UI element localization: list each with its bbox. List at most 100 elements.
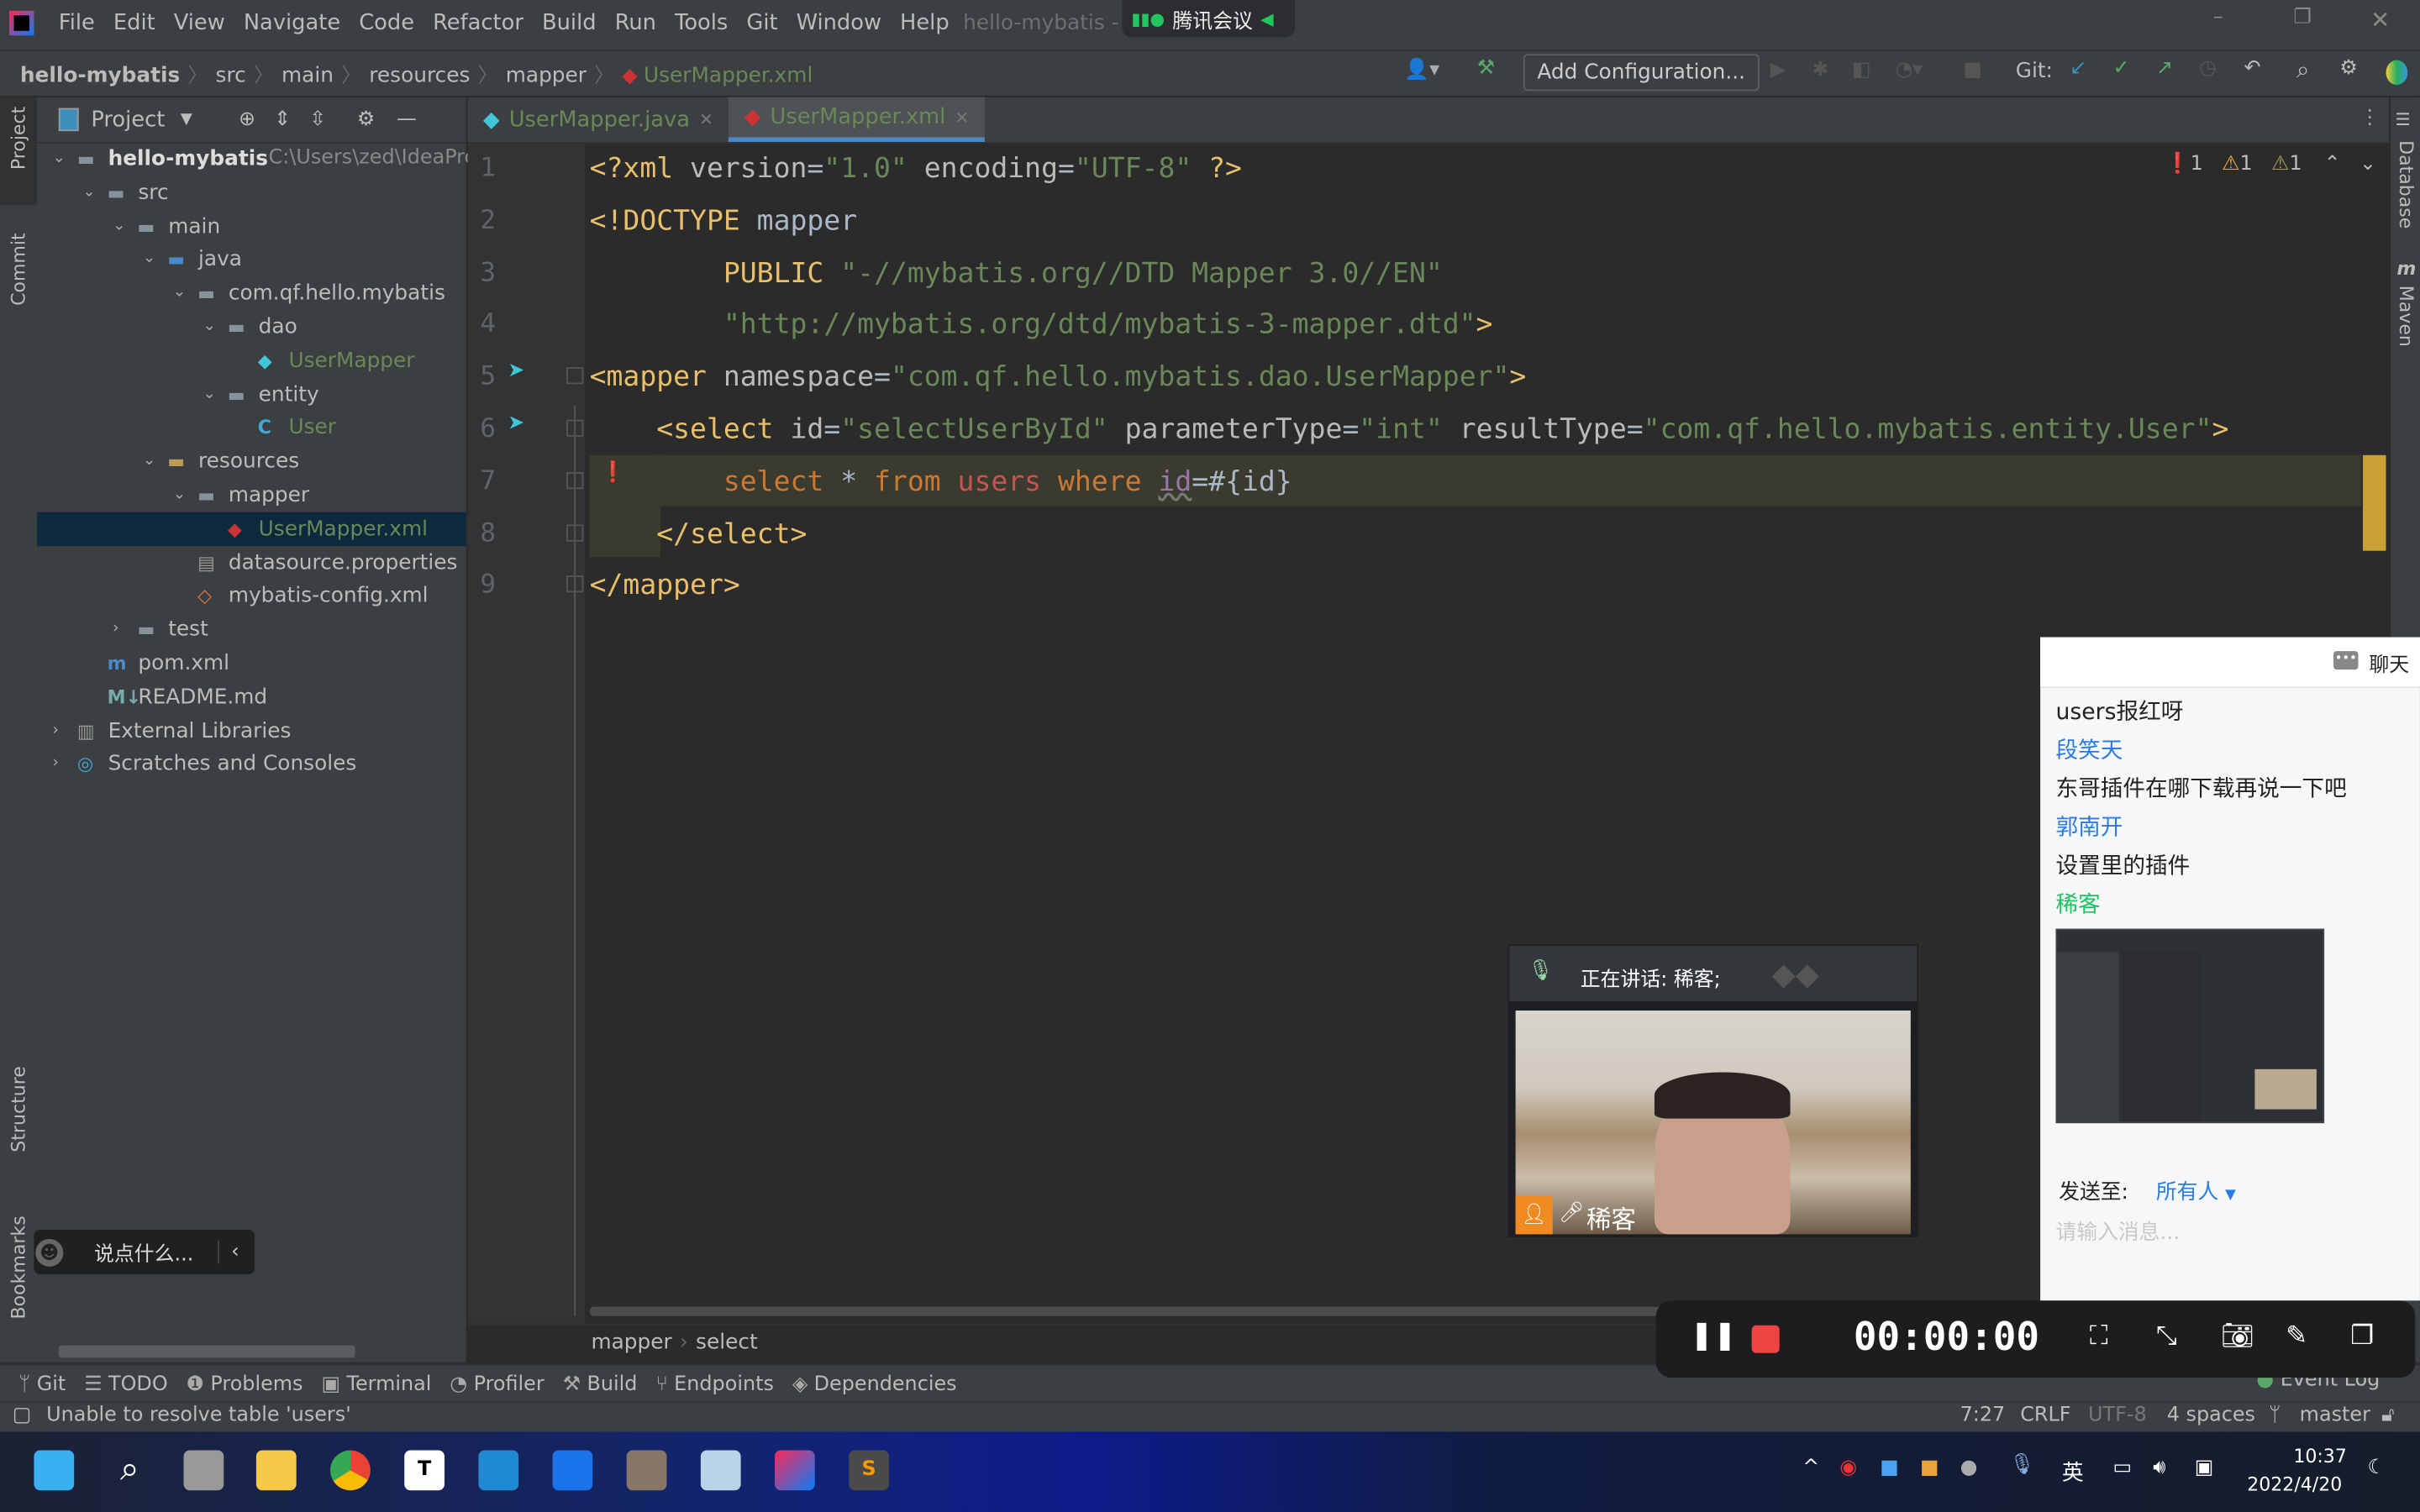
start-icon[interactable] xyxy=(34,1450,75,1491)
prev-highlight-icon[interactable]: ⌃ xyxy=(2324,153,2341,176)
lock-icon[interactable]: 🔓︎ xyxy=(2381,1404,2394,1427)
tree-item[interactable]: ⌄ ▬ mapper xyxy=(37,478,466,512)
code-line[interactable]: select * from users where id=#{id} xyxy=(590,456,1292,507)
tray-app-icon[interactable]: ■ xyxy=(1920,1457,1939,1480)
status-message[interactable]: Unable to resolve table 'users' xyxy=(46,1404,351,1427)
stop-icon[interactable]: ■ xyxy=(1963,59,1982,82)
monitor-icon[interactable] xyxy=(700,1450,741,1491)
plugin-logo-icon[interactable] xyxy=(2386,60,2408,86)
menu-navigate[interactable]: Navigate xyxy=(244,11,340,35)
expand-all-icon[interactable]: ⇕ xyxy=(274,108,291,132)
clock-time[interactable]: 10:37 xyxy=(2293,1446,2347,1467)
tree-item[interactable]: › ▬ test xyxy=(37,613,466,647)
menu-run[interactable]: Run xyxy=(615,11,656,35)
camera-icon[interactable]: 📷︎ xyxy=(2221,1320,2254,1352)
tool-window-endpoints[interactable]: ⑂ Endpoints xyxy=(655,1373,773,1396)
maven-stripe-button[interactable]: Maven xyxy=(2396,286,2417,347)
user-icon[interactable]: 👤▾ xyxy=(1404,59,1439,82)
pen-icon[interactable]: ✎ xyxy=(2286,1320,2307,1352)
chevron-down-icon[interactable]: ⌄ xyxy=(113,209,125,243)
horizontal-scrollbar[interactable] xyxy=(58,1345,355,1358)
close-tab-icon[interactable]: ✕ xyxy=(955,108,969,128)
mybatis-gutter-icon[interactable]: ➤ xyxy=(508,360,524,383)
tree-item[interactable]: C User xyxy=(37,411,466,444)
search-icon[interactable]: ⌕ xyxy=(2296,55,2309,83)
next-highlight-icon[interactable]: ⌄ xyxy=(2360,153,2376,176)
git-push-icon[interactable]: ↗ xyxy=(2156,57,2173,81)
intellij-icon[interactable] xyxy=(775,1450,815,1491)
mybatis-gutter-icon[interactable]: ➤ xyxy=(508,412,524,435)
file-encoding[interactable]: UTF-8 xyxy=(2088,1404,2147,1427)
meeting-icon[interactable] xyxy=(552,1450,593,1491)
collapse-all-icon[interactable]: ⇳ xyxy=(309,108,326,132)
file-explorer-icon[interactable] xyxy=(255,1450,297,1491)
tree-item[interactable]: ◆ UserMapper xyxy=(37,344,466,377)
chat-shared-image[interactable] xyxy=(2055,928,2325,1124)
code-line[interactable]: PUBLIC "-//mybatis.org//DTD Mapper 3.0//… xyxy=(590,248,1443,299)
chevron-down-icon[interactable]: ⌄ xyxy=(143,444,155,478)
status-window-icon[interactable]: ▢ xyxy=(13,1404,32,1427)
code-line[interactable]: </mapper> xyxy=(590,560,740,612)
code-line[interactable]: </select> xyxy=(590,508,807,559)
database-stripe-button[interactable]: Database xyxy=(2396,140,2417,228)
tool-window-problems[interactable]: ❶ Problems xyxy=(187,1373,303,1396)
git-update-icon[interactable]: ↙ xyxy=(2070,57,2086,81)
breadcrumb-item[interactable]: hello-mybatis xyxy=(20,63,180,87)
volume-icon[interactable]: 🔊︎ xyxy=(2153,1457,2165,1480)
settings-gear-icon[interactable]: ⚙ xyxy=(2339,57,2357,81)
send-to-selector[interactable]: 所有人 ▼ xyxy=(2156,1174,2236,1205)
menu-window[interactable]: Window xyxy=(797,11,881,35)
horizontal-scrollbar[interactable] xyxy=(589,1306,1670,1316)
tool-window-profiler[interactable]: ◔ Profiler xyxy=(450,1373,544,1396)
fullscreen-exit-icon[interactable]: ⤡ xyxy=(2156,1320,2177,1352)
tool-window-git[interactable]: ᛘ Git xyxy=(18,1373,66,1396)
rollback-icon[interactable]: ↶ xyxy=(2244,57,2261,81)
chevron-down-icon[interactable]: ⌄ xyxy=(143,243,155,276)
bookmarks-stripe-button[interactable]: Bookmarks xyxy=(8,1215,29,1319)
breadcrumb-item[interactable]: mapper xyxy=(506,63,587,87)
breadcrumb-item[interactable]: UserMapper.xml xyxy=(644,63,813,87)
chevron-down-icon[interactable]: ⌄ xyxy=(203,377,216,411)
tree-item[interactable]: ◇ mybatis-config.xml xyxy=(37,579,466,612)
tree-item[interactable]: ⌄ ▬ hello-mybatis C:\Users\zed\IdeaProjec xyxy=(37,142,505,176)
close-button[interactable]: ✕ xyxy=(2370,6,2390,34)
task-view-icon[interactable] xyxy=(183,1450,224,1491)
breadcrumb-item[interactable]: main xyxy=(281,63,334,87)
code-line[interactable]: <select id="selectUserById" parameterTyp… xyxy=(590,404,2228,455)
editor-breadcrumb-item[interactable]: mapper xyxy=(591,1330,671,1354)
tray-app-icon[interactable]: ● xyxy=(1960,1457,1978,1480)
more-tabs-icon[interactable]: ⋮ xyxy=(2360,107,2380,130)
fold-marker-icon[interactable] xyxy=(566,367,584,385)
add-configuration-button[interactable]: Add Configuration... xyxy=(1523,54,1760,92)
tool-window-terminal[interactable]: ▣ Terminal xyxy=(322,1373,432,1396)
tree-item[interactable]: ⌄ ▬ main xyxy=(37,209,466,243)
chevron-down-icon[interactable]: ▼ xyxy=(181,111,192,128)
debug-icon[interactable]: ✱ xyxy=(1812,59,1828,82)
chevron-down-icon[interactable]: ⌄ xyxy=(82,176,95,209)
tool-window-build[interactable]: ⚒ Build xyxy=(563,1373,638,1396)
menu-code[interactable]: Code xyxy=(359,11,414,35)
run-icon[interactable]: ▶ xyxy=(1770,59,1786,82)
editor-tab[interactable]: ◆ UserMapper.xml ✕ xyxy=(729,97,985,142)
search-icon[interactable]: ⌕ xyxy=(109,1450,150,1490)
close-tab-icon[interactable]: ✕ xyxy=(699,109,713,129)
menu-git[interactable]: Git xyxy=(746,11,777,35)
tree-item[interactable]: M↓ README.md xyxy=(37,680,466,714)
code-line[interactable]: <!DOCTYPE mapper xyxy=(590,196,857,247)
chevron-down-icon[interactable]: ⌄ xyxy=(173,276,186,310)
build-hammer-icon[interactable]: ⚒ xyxy=(1477,57,1495,81)
editor-breadcrumb-item[interactable]: select xyxy=(696,1330,758,1354)
chevron-right-icon[interactable]: › xyxy=(113,613,118,647)
gear-icon[interactable]: ⚙ xyxy=(357,108,375,132)
tray-mic-icon[interactable]: 🎙︎ xyxy=(2009,1453,2034,1477)
chevron-down-icon[interactable]: ⌄ xyxy=(203,310,216,344)
tree-item[interactable]: ⌄ ▬ com.qf.hello.mybatis xyxy=(37,276,466,310)
project-stripe-button[interactable]: Project xyxy=(0,97,38,206)
git-commit-icon[interactable]: ✓ xyxy=(2112,57,2129,81)
menu-help[interactable]: Help xyxy=(900,11,950,35)
structure-stripe-button[interactable]: Structure xyxy=(8,1066,29,1152)
menu-view[interactable]: View xyxy=(174,11,225,35)
comment-input[interactable]: 说点什么... xyxy=(94,1237,193,1267)
profile-icon[interactable]: ◔▾ xyxy=(1895,59,1923,82)
chevron-right-icon[interactable]: › xyxy=(52,748,58,781)
